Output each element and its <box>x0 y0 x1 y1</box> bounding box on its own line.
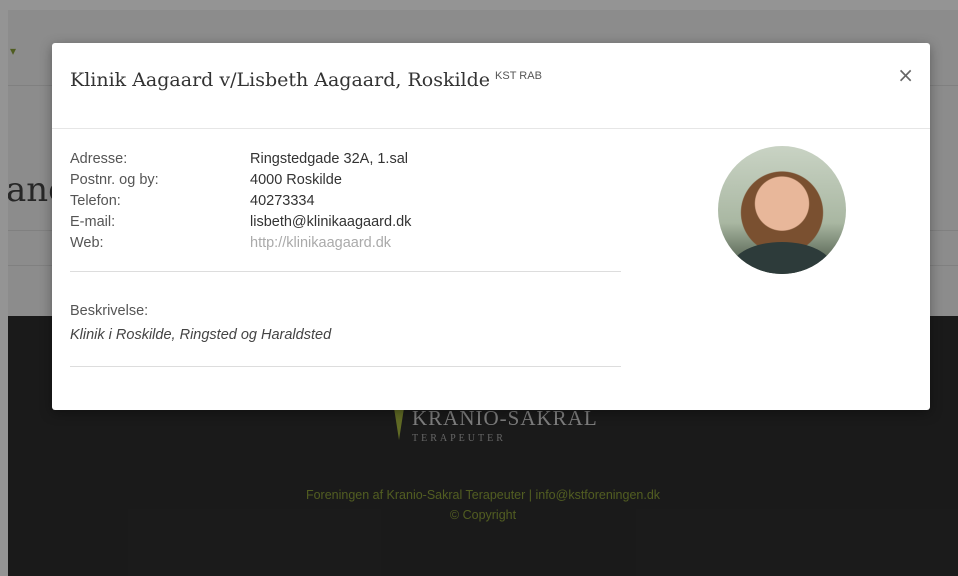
profile-photo <box>718 146 846 274</box>
description-text: Klinik i Roskilde, Ringsted og Haraldste… <box>70 327 332 343</box>
email-label: E-mail: <box>70 214 116 230</box>
clinic-detail-modal: Klinik Aagaard v/Lisbeth Aagaard, Roskil… <box>52 43 930 410</box>
description-label: Beskrivelse: <box>70 303 149 319</box>
clinic-tags: KST RAB <box>495 69 542 82</box>
phone-value: 40273334 <box>250 193 315 209</box>
address-label: Adresse: <box>70 151 128 167</box>
clinic-name: Klinik Aagaard v/Lisbeth Aagaard, Roskil… <box>70 69 491 91</box>
web-link[interactable]: http://klinikaagaard.dk <box>250 233 391 254</box>
postal-value: 4000 Roskilde <box>250 172 342 188</box>
modal-header: Klinik Aagaard v/Lisbeth Aagaard, Roskil… <box>52 43 930 129</box>
email-value[interactable]: lisbeth@klinikaagaard.dk <box>250 212 411 233</box>
modal-title: Klinik Aagaard v/Lisbeth Aagaard, Roskil… <box>70 69 542 91</box>
postal-row: Postnr. og by: 4000 Roskilde <box>70 170 621 191</box>
email-row: E-mail: lisbeth@klinikaagaard.dk <box>70 212 621 233</box>
phone-row: Telefon: 40273334 <box>70 191 621 212</box>
divider <box>70 271 621 272</box>
address-row: Adresse: Ringstedgade 32A, 1.sal <box>70 149 621 170</box>
close-button[interactable]: × <box>897 65 914 85</box>
address-value: Ringstedgade 32A, 1.sal <box>250 151 408 167</box>
web-row: Web: http://klinikaagaard.dk <box>70 233 621 254</box>
phone-label: Telefon: <box>70 193 121 209</box>
postal-label: Postnr. og by: <box>70 172 159 188</box>
avatar-shoulders <box>732 242 832 274</box>
web-label: Web: <box>70 235 104 251</box>
divider <box>70 366 621 367</box>
contact-info: Adresse: Ringstedgade 32A, 1.sal Postnr.… <box>70 149 621 254</box>
